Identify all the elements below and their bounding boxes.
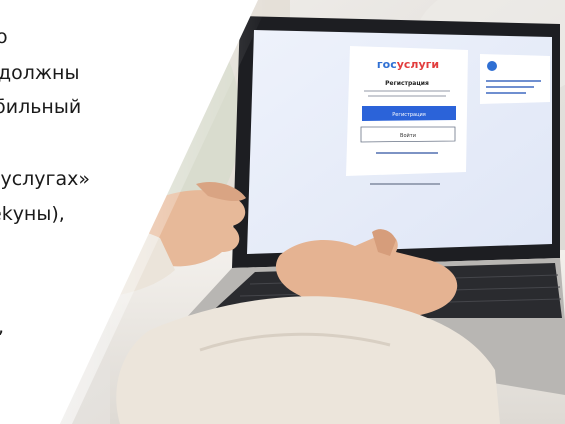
- text-line-1: о: [0, 26, 8, 48]
- text-line-3: бильный: [0, 96, 82, 118]
- gosuslugi-logo: госуслуги: [377, 58, 439, 71]
- primary-button-label: Регистрация: [392, 112, 426, 118]
- info-icon: [487, 61, 497, 71]
- secondary-button-label: Войти: [400, 132, 416, 139]
- text-line-2: должны: [0, 62, 80, 84]
- text-line-5: ekуны),: [0, 203, 65, 225]
- photo-scene: госуслуги Регистрация Регистрация Войти: [0, 0, 565, 424]
- text-line-6: ,: [0, 316, 4, 338]
- text-line-4: суслугах»: [0, 168, 91, 190]
- card-title: Регистрация: [385, 80, 429, 87]
